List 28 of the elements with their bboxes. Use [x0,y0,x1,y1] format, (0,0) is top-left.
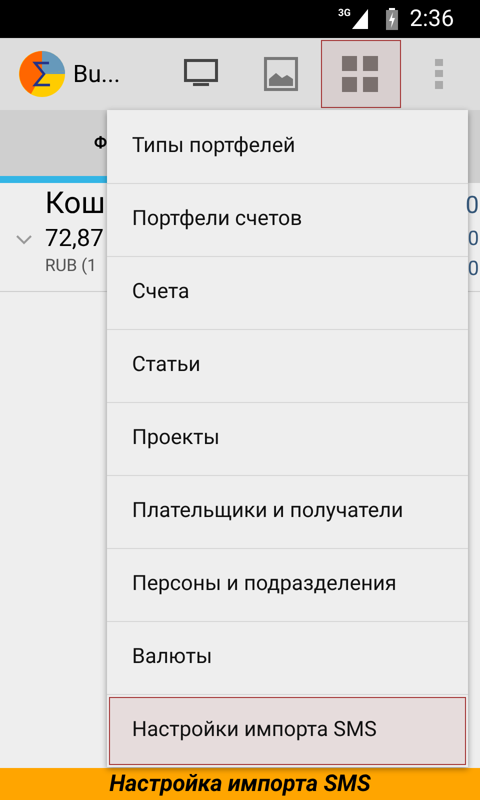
overflow-menu-icon[interactable] [435,59,443,89]
grid-icon [342,56,380,92]
account-value: 0 [468,255,479,282]
signal-icon [352,9,368,29]
grid-button[interactable] [321,40,401,108]
account-amount: 72,87 [45,223,105,253]
menu-item[interactable]: Персоны и подразделения [109,551,466,619]
chevron-down-icon[interactable] [16,235,32,245]
battery-charging-icon [386,8,398,30]
image-icon [264,57,298,91]
menu-item[interactable]: Статьи [109,332,466,400]
account-currency: RUB (1 [45,255,98,278]
menu-item[interactable]: Портфели счетов [109,186,466,254]
network-type: 3G [338,9,351,19]
monitor-icon [184,59,218,89]
menu-item[interactable]: Счета [109,259,466,327]
account-value: 0 [466,190,479,221]
clock: 2:36 [410,4,454,34]
account-value: 0 [468,225,479,252]
app-title: Bu... [73,59,122,90]
menu-item[interactable]: Валюты [109,624,466,692]
app-logo-icon [19,51,65,97]
menu-item[interactable]: Проекты [109,405,466,473]
account-name: Кош [45,185,106,223]
menu-item[interactable]: Типы портфелей [109,112,466,181]
menu-item[interactable]: Плательщики и получатели [109,478,466,546]
menu-item[interactable]: Настройки импорта SMS [109,697,466,765]
caption: Настройка импорта SMS [109,768,371,799]
